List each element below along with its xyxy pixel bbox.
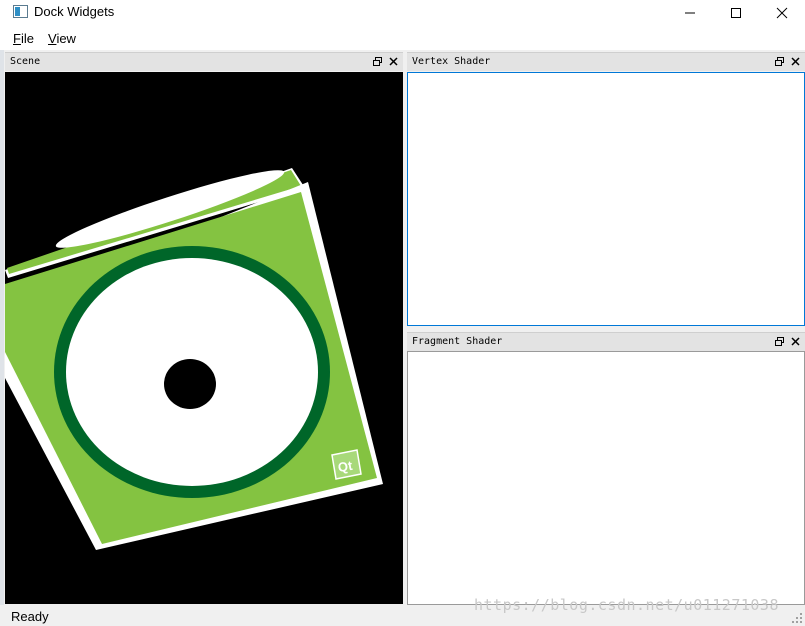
watermark: https://blog.csdn.net/u011271038 — [474, 596, 779, 614]
menu-file-label: ile — [20, 31, 34, 46]
maximize-button[interactable] — [713, 0, 759, 26]
menu-bar: File View — [0, 26, 805, 50]
menu-view-label: iew — [56, 31, 76, 46]
dock-close-icon[interactable] — [790, 336, 801, 347]
title-bar[interactable]: Dock Widgets — [0, 0, 805, 26]
cube-render: Qt — [5, 168, 383, 550]
minimize-button[interactable] — [667, 0, 713, 26]
window-title: Dock Widgets — [34, 4, 115, 19]
float-icon[interactable] — [372, 56, 383, 67]
app-window-icon — [13, 5, 28, 18]
left-window-edge — [0, 50, 4, 606]
dock-title-vertex-shader[interactable]: Vertex Shader — [407, 52, 805, 71]
fragment-shader-editor[interactable] — [407, 351, 805, 605]
minimize-icon — [685, 12, 695, 14]
close-icon — [776, 7, 788, 19]
menu-file-mnemonic: F — [13, 31, 21, 46]
menu-file[interactable]: File — [13, 31, 34, 46]
dock-title-scene[interactable]: Scene — [5, 52, 403, 71]
dock-title-label: Fragment Shader — [412, 336, 503, 347]
size-grip-icon[interactable] — [791, 612, 803, 624]
close-button[interactable] — [759, 0, 805, 26]
float-icon[interactable] — [774, 336, 785, 347]
maximize-icon — [731, 8, 741, 18]
status-text: Ready — [11, 609, 49, 624]
scene-view[interactable]: Qt — [5, 72, 403, 604]
dock-close-icon[interactable] — [388, 56, 399, 67]
dock-title-fragment-shader[interactable]: Fragment Shader — [407, 332, 805, 351]
disc-hole — [164, 359, 216, 409]
float-icon[interactable] — [774, 56, 785, 67]
vertex-shader-editor[interactable] — [407, 72, 805, 326]
dock-close-icon[interactable] — [790, 56, 801, 67]
menu-view[interactable]: View — [48, 31, 76, 46]
dock-title-label: Scene — [10, 56, 41, 67]
dock-title-label: Vertex Shader — [412, 56, 491, 67]
